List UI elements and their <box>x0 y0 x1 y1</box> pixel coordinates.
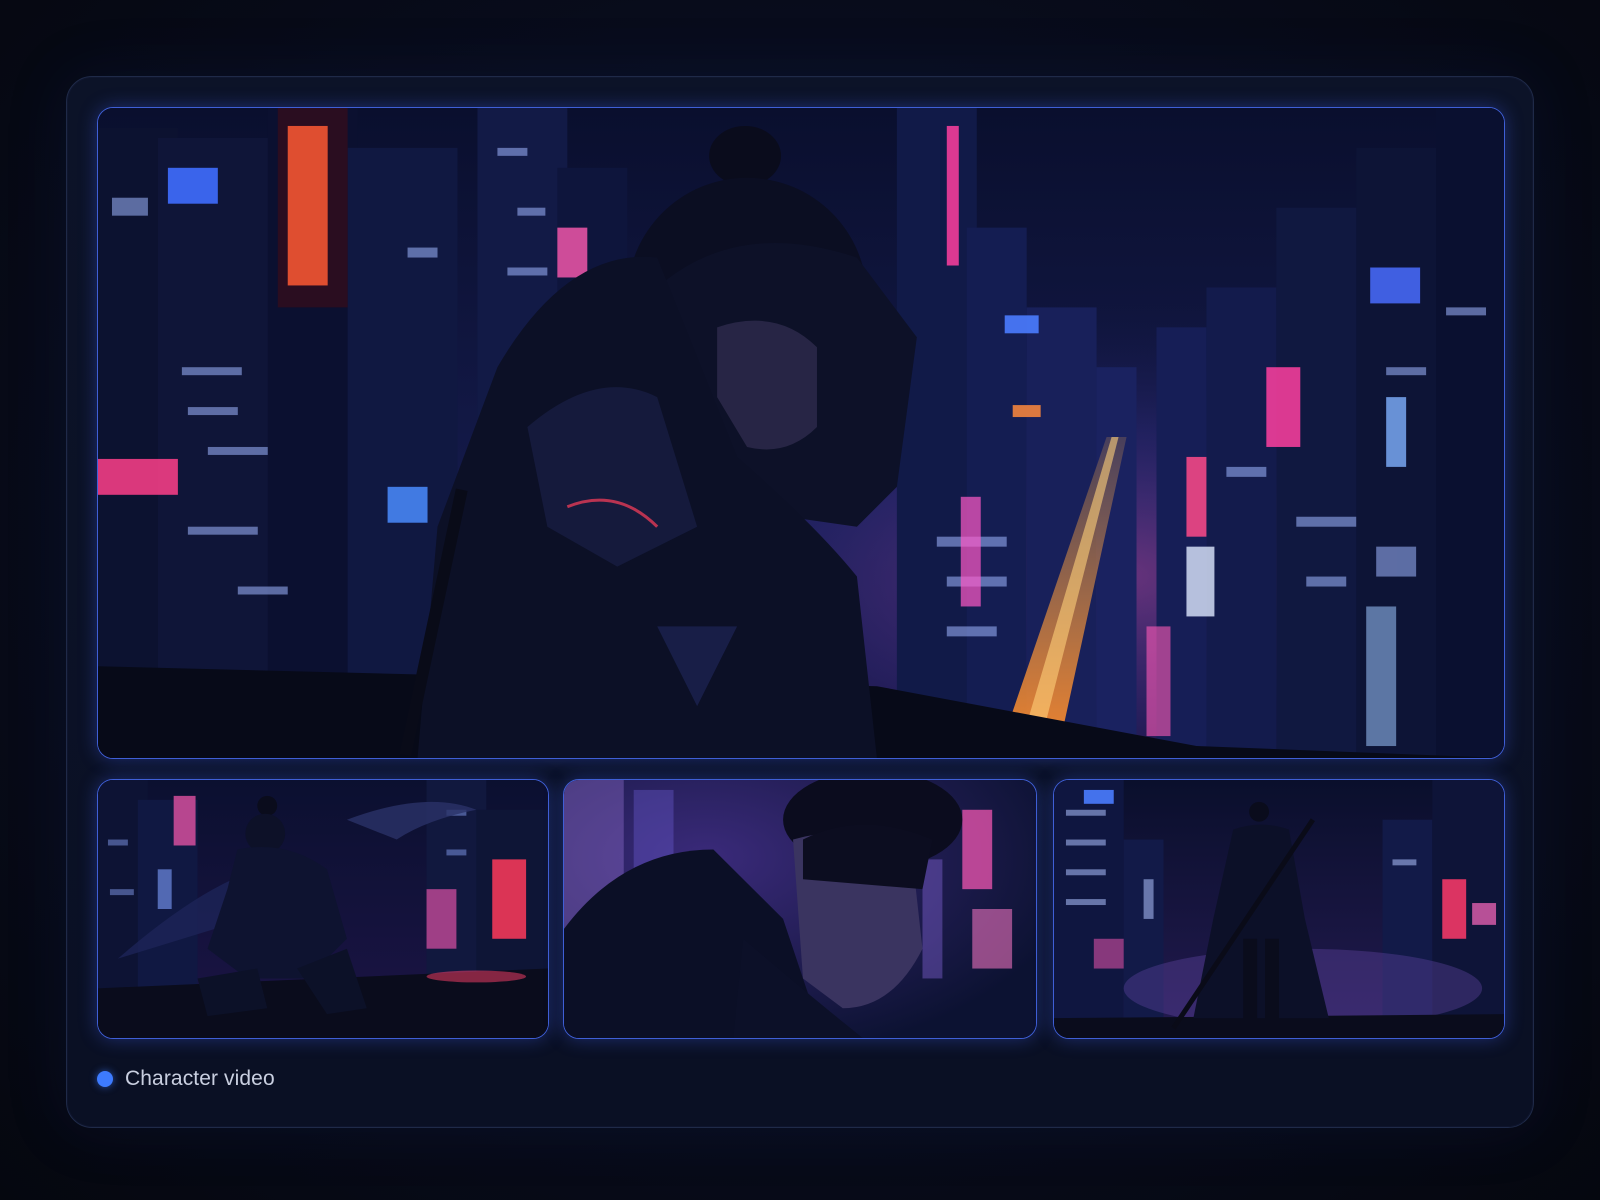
thumbnail-back-view[interactable] <box>1053 779 1505 1039</box>
character-closeup-image <box>564 780 1036 1038</box>
character-city-image <box>98 108 1504 758</box>
character-crouching-image <box>98 780 548 1038</box>
hero-video-preview[interactable] <box>97 107 1505 759</box>
video-caption: Character video <box>97 1063 275 1095</box>
media-card: Character video <box>66 76 1534 1128</box>
caption-label: Character video <box>125 1067 275 1090</box>
status-dot-icon <box>97 1071 113 1087</box>
character-back-view-image <box>1054 780 1504 1038</box>
thumbnail-crouching[interactable] <box>97 779 549 1039</box>
thumbnail-closeup[interactable] <box>563 779 1037 1039</box>
